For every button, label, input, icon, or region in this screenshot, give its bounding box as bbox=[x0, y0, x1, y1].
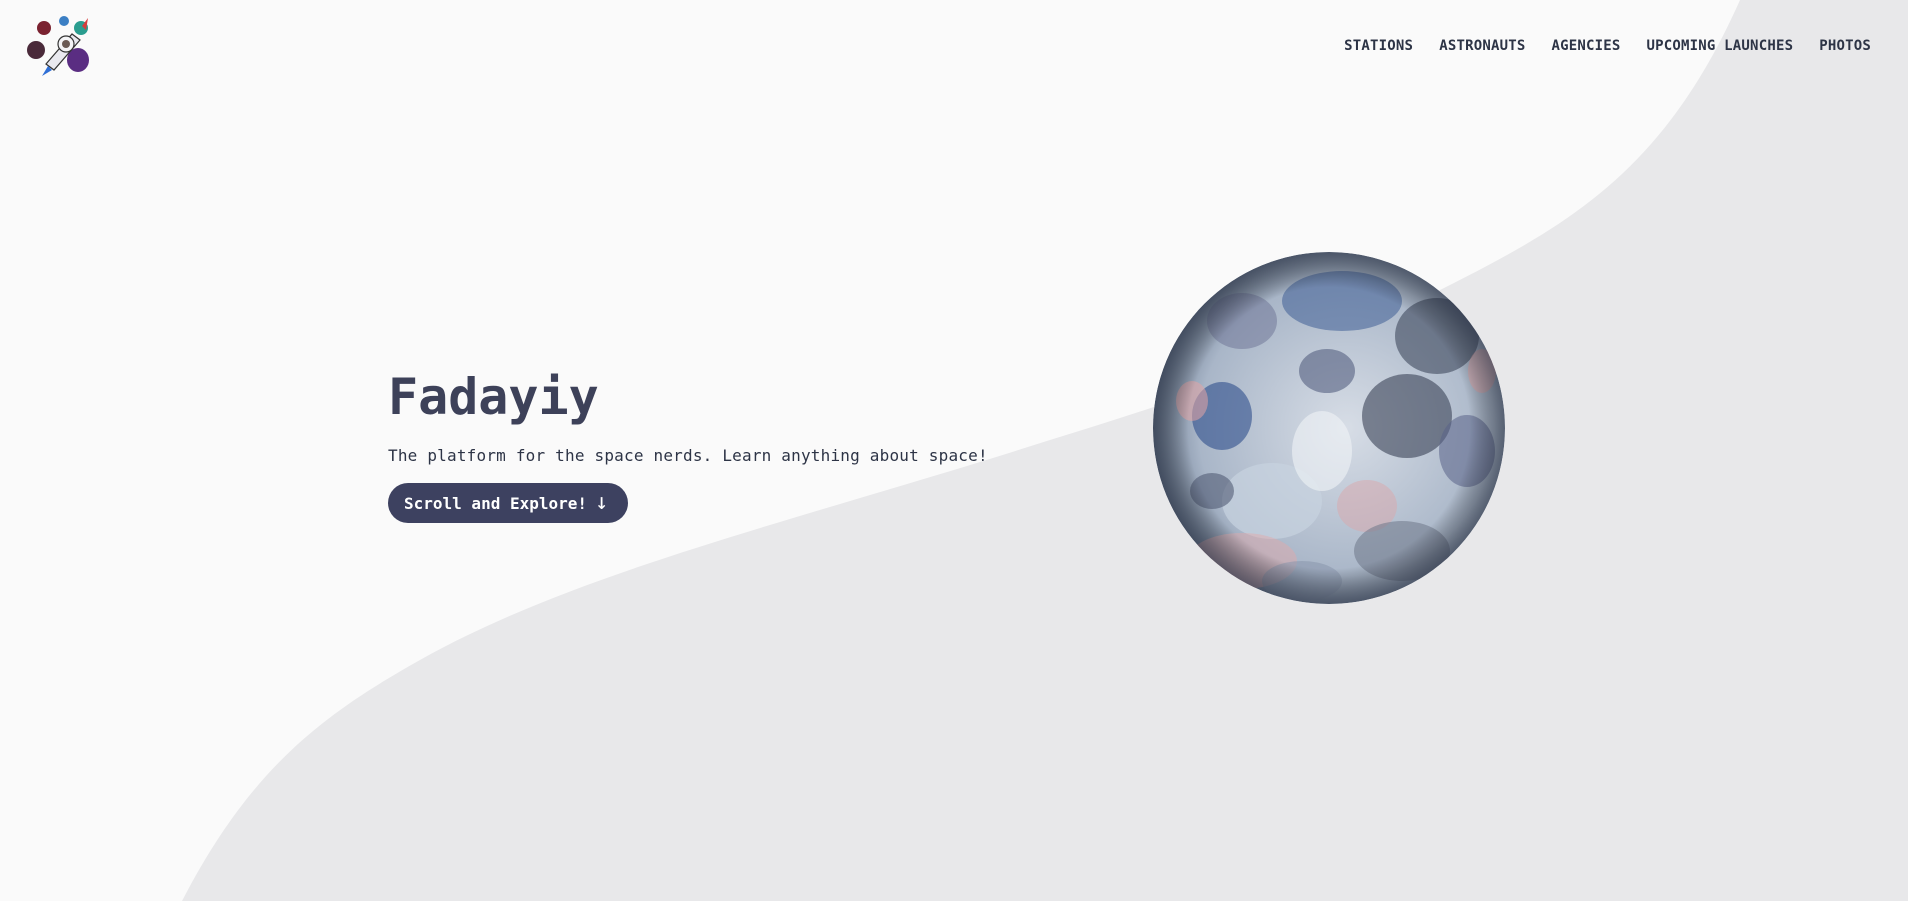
nav-agencies[interactable]: AGENCIES bbox=[1551, 38, 1620, 54]
nav-photos[interactable]: PHOTOS bbox=[1819, 38, 1871, 54]
astronaut-rocket-logo[interactable] bbox=[26, 14, 98, 82]
nav-stations[interactable]: STATIONS bbox=[1344, 38, 1413, 54]
site-title: Fadayiy bbox=[388, 368, 599, 426]
nav-astronauts[interactable]: ASTRONAUTS bbox=[1439, 38, 1525, 54]
scroll-explore-button[interactable]: Scroll and Explore! ↓ bbox=[388, 483, 629, 523]
nav-upcoming-launches[interactable]: UPCOMING LAUNCHES bbox=[1647, 38, 1794, 54]
landing-page: STATIONS ASTRONAUTS AGENCIES UPCOMING LA… bbox=[0, 0, 1908, 901]
scroll-explore-label: Scroll and Explore! bbox=[404, 493, 588, 513]
main-nav: STATIONS ASTRONAUTS AGENCIES UPCOMING LA… bbox=[1344, 38, 1871, 54]
moon-illustration bbox=[1153, 252, 1505, 604]
hero-section: Fadayiy The platform for the space nerds… bbox=[388, 368, 988, 523]
site-tagline: The platform for the space nerds. Learn … bbox=[388, 446, 988, 465]
arrow-down-icon: ↓ bbox=[595, 490, 609, 515]
